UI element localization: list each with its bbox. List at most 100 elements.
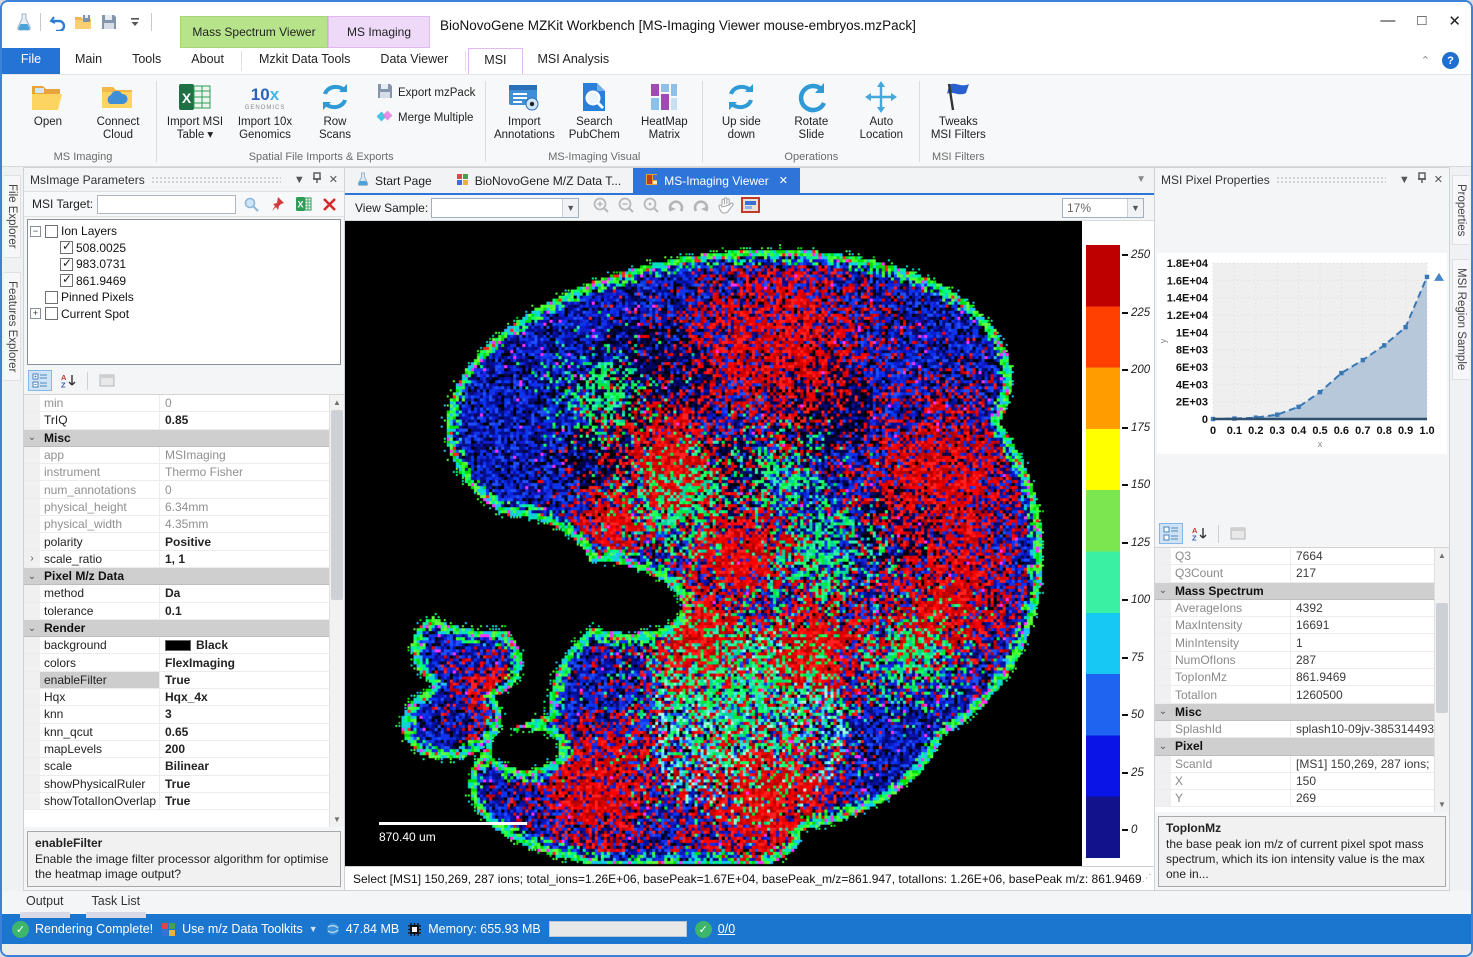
property-topionmz[interactable]: TopIonMz861.9469 bbox=[1155, 669, 1434, 686]
pan-hand-icon[interactable] bbox=[717, 196, 734, 219]
expand-icon[interactable]: + bbox=[30, 308, 41, 319]
property-background[interactable]: backgroundBlack bbox=[24, 637, 329, 654]
category-chevron-icon[interactable]: ⌄ bbox=[1155, 738, 1171, 754]
row-button[interactable]: Row Scans bbox=[301, 77, 369, 143]
save-as-icon[interactable] bbox=[73, 12, 93, 32]
tree-item-508-0025[interactable]: 508.0025 bbox=[30, 240, 338, 257]
menu-tab-data-viewer[interactable]: Data Viewer bbox=[365, 48, 463, 74]
property-colors[interactable]: colorsFlexImaging bbox=[24, 654, 329, 671]
scroll-up-arrow[interactable]: ▲ bbox=[330, 395, 344, 410]
clear-red-x-icon[interactable] bbox=[318, 194, 340, 214]
connect-button[interactable]: Connect Cloud bbox=[84, 77, 152, 143]
property-y[interactable]: Y269 bbox=[1155, 790, 1434, 807]
close-button[interactable]: ✕ bbox=[1448, 12, 1461, 30]
tab-list-dropdown-icon[interactable]: ▼ bbox=[1136, 174, 1146, 185]
property-physical-height[interactable]: physical_height6.34mm bbox=[24, 499, 329, 516]
panel-menu-chevron-icon[interactable]: ▼ bbox=[294, 174, 305, 186]
tweaks-button[interactable]: Tweaks MSI Filters bbox=[924, 77, 992, 143]
open-button[interactable]: Open bbox=[14, 77, 82, 130]
tab-close-icon[interactable]: ✕ bbox=[779, 174, 788, 187]
checkbox[interactable] bbox=[45, 307, 58, 320]
property-averageions[interactable]: AverageIons4392 bbox=[1155, 600, 1434, 617]
task-counter-link[interactable]: 0/0 bbox=[718, 922, 735, 936]
menu-tab-about[interactable]: About bbox=[176, 48, 239, 74]
property-q3count[interactable]: Q3Count217 bbox=[1155, 565, 1434, 582]
search-icon[interactable] bbox=[240, 194, 262, 214]
checkbox[interactable] bbox=[45, 225, 58, 238]
zoom-reset-icon[interactable] bbox=[642, 196, 660, 219]
doc-tab-ms-imaging-viewer[interactable]: MS-Imaging Viewer✕ bbox=[633, 168, 800, 193]
property-method[interactable]: methodDa bbox=[24, 585, 329, 602]
help-icon[interactable]: ? bbox=[1442, 52, 1459, 69]
panel-pin-icon[interactable] bbox=[1417, 172, 1427, 187]
export-mzpack-button[interactable]: Export mzPack bbox=[371, 82, 481, 103]
property-knn-qcut[interactable]: knn_qcut0.65 bbox=[24, 724, 329, 741]
categorized-view-icon[interactable] bbox=[28, 370, 52, 391]
checkbox[interactable] bbox=[60, 274, 73, 287]
panel-pin-icon[interactable] bbox=[312, 172, 322, 187]
collapse-ribbon-icon[interactable]: ⌃ bbox=[1421, 54, 1430, 67]
tree-item-983-0731[interactable]: 983.0731 bbox=[30, 256, 338, 273]
qat-dropdown-icon[interactable] bbox=[125, 12, 145, 32]
property-numofions[interactable]: NumOfIons287 bbox=[1155, 652, 1434, 669]
tree-item-current-spot[interactable]: +Current Spot bbox=[30, 306, 338, 323]
msi-target-input[interactable] bbox=[97, 195, 236, 214]
tree-item-ion-layers[interactable]: −Ion Layers bbox=[30, 223, 338, 240]
property-polarity[interactable]: polarityPositive bbox=[24, 533, 329, 550]
sort-az-icon[interactable]: AZ bbox=[56, 370, 80, 391]
category-chevron-icon[interactable]: ⌄ bbox=[24, 568, 40, 584]
bottom-tab-task-list[interactable]: Task List bbox=[82, 893, 151, 914]
property-showphysicalruler[interactable]: showPhysicalRulerTrue bbox=[24, 776, 329, 793]
save-icon[interactable] bbox=[99, 12, 119, 32]
property-min[interactable]: min0 bbox=[24, 395, 329, 412]
property-knn[interactable]: knn3 bbox=[24, 706, 329, 723]
heatmap-button[interactable]: HeatMap Matrix bbox=[630, 77, 698, 143]
toolkit-menu[interactable]: Use m/z Data Toolkits▼ bbox=[161, 922, 318, 937]
property-hqx[interactable]: HqxHqx_4x bbox=[24, 689, 329, 706]
side-tab-properties[interactable]: Properties bbox=[1452, 175, 1469, 245]
left-grid-scrollbar[interactable]: ▲ ▼ bbox=[329, 395, 344, 827]
property-totalion[interactable]: TotalIon1260500 bbox=[1155, 686, 1434, 703]
msi-image-viewport[interactable]: 870.40 um 2502252001751501251007550250 bbox=[345, 221, 1154, 866]
bottom-tab-output[interactable]: Output bbox=[16, 893, 74, 914]
up-side-button[interactable]: Up side down bbox=[707, 77, 775, 143]
checkbox[interactable] bbox=[60, 258, 73, 271]
collapse-icon[interactable]: − bbox=[30, 226, 41, 237]
menu-tab-mzkit-data-tools[interactable]: Mzkit Data Tools bbox=[244, 48, 365, 74]
excel-export-icon[interactable]: X bbox=[292, 194, 314, 214]
category-mass-spectrum[interactable]: ⌄Mass Spectrum bbox=[1155, 583, 1434, 600]
merge-multiple-button[interactable]: Merge Multiple bbox=[371, 107, 481, 128]
category-chevron-icon[interactable]: ⌄ bbox=[1155, 704, 1171, 720]
search-button[interactable]: Search PubChem bbox=[560, 77, 628, 143]
property-minintensity[interactable]: MinIntensity1 bbox=[1155, 634, 1434, 651]
category-pixel[interactable]: ⌄Pixel bbox=[1155, 738, 1434, 755]
view-sample-combo[interactable]: ▼ bbox=[431, 198, 579, 218]
zoom-level-combo[interactable]: 17% ▼ bbox=[1062, 198, 1144, 218]
undo-icon[interactable] bbox=[47, 12, 67, 32]
property-maxintensity[interactable]: MaxIntensity16691 bbox=[1155, 617, 1434, 634]
category-misc[interactable]: ⌄Misc bbox=[24, 430, 329, 447]
menu-tab-file[interactable]: File bbox=[2, 48, 60, 74]
category-chevron-icon[interactable]: ⌄ bbox=[1155, 583, 1171, 599]
zoom-in-icon[interactable] bbox=[592, 196, 610, 219]
property-showtotalionoverlap[interactable]: showTotalIonOverlapTrue bbox=[24, 793, 329, 810]
minimize-button[interactable]: — bbox=[1380, 12, 1395, 30]
property-physical-width[interactable]: physical_width4.35mm bbox=[24, 516, 329, 533]
row-gutter[interactable]: › bbox=[24, 551, 40, 567]
property-x[interactable]: X150 bbox=[1155, 773, 1434, 790]
category-render[interactable]: ⌄Render bbox=[24, 620, 329, 637]
snapshot-monitor-icon[interactable] bbox=[741, 197, 760, 218]
import-msi-button[interactable]: XImport MSI Table ▾ bbox=[161, 77, 229, 143]
category-chevron-icon[interactable]: ⌄ bbox=[24, 430, 40, 446]
checkbox[interactable] bbox=[45, 291, 58, 304]
import-button[interactable]: Import Annotations bbox=[490, 77, 558, 143]
property-q3[interactable]: Q37664 bbox=[1155, 548, 1434, 565]
categorized-view-icon[interactable] bbox=[1159, 523, 1183, 544]
panel-close-icon[interactable]: ✕ bbox=[329, 173, 338, 186]
property-maplevels[interactable]: mapLevels200 bbox=[24, 741, 329, 758]
panel-close-icon[interactable]: ✕ bbox=[1434, 173, 1443, 186]
pin-red-icon[interactable] bbox=[266, 194, 288, 214]
rotate-right-icon[interactable] bbox=[692, 197, 710, 219]
property-splashid[interactable]: SplashIdsplash10-09jv-385314493 bbox=[1155, 721, 1434, 738]
tree-item-861-9469[interactable]: 861.9469 bbox=[30, 273, 338, 290]
